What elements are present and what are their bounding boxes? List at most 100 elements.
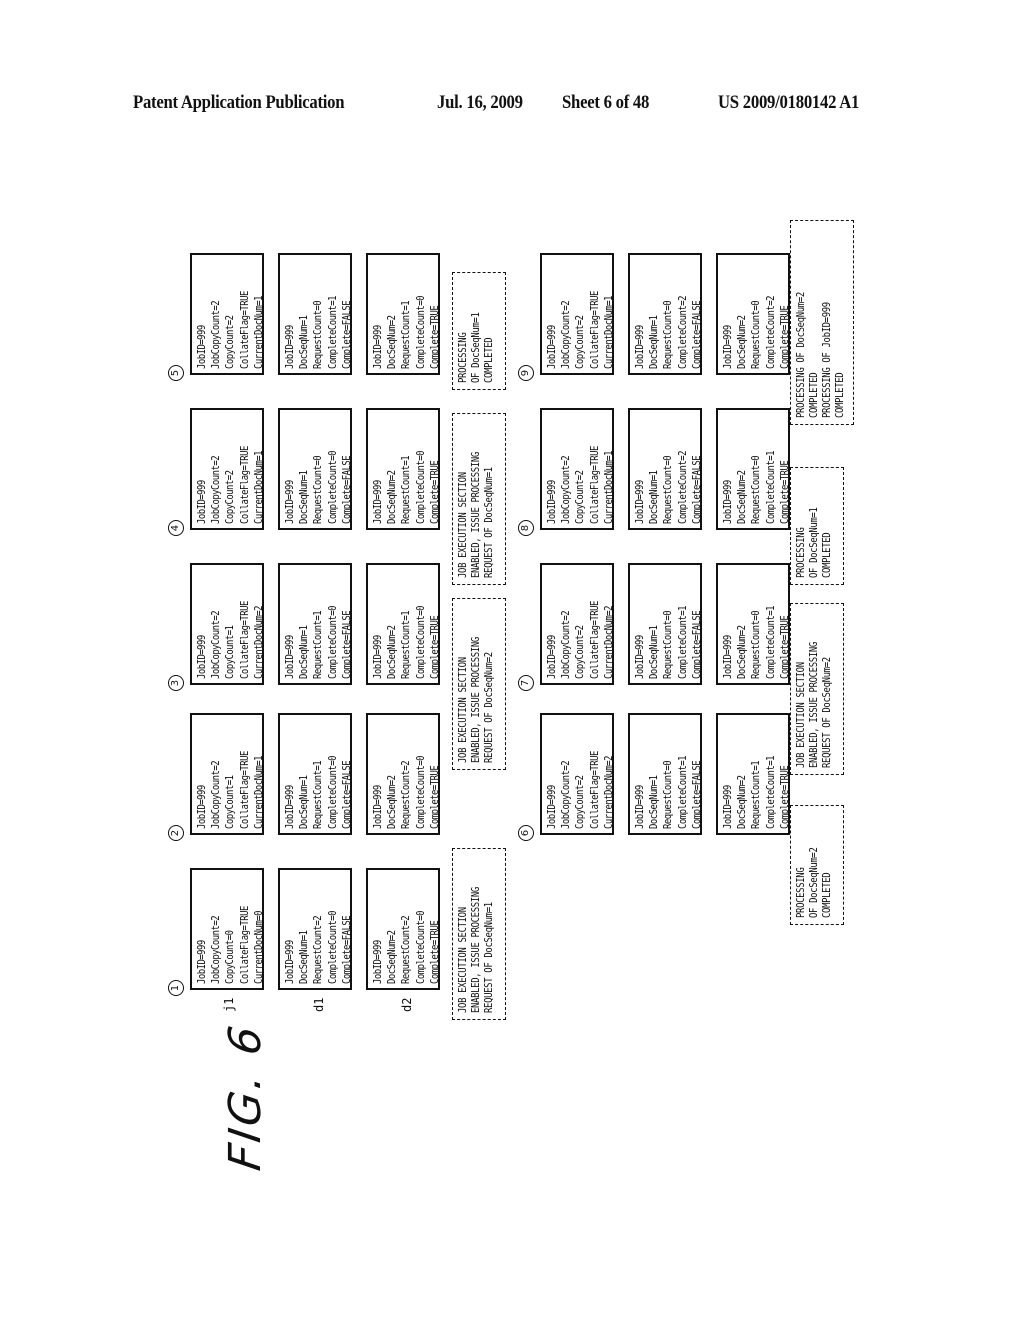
text-line: CompleteCount=0 (414, 911, 427, 984)
text-line: JobID=999 (722, 480, 734, 524)
text-line: CompleteCount=2 (676, 451, 689, 524)
text-line: Complete=FALSE (690, 760, 702, 829)
status-note: JOB EXECUTION SECTION ENABLED, ISSUE PROC… (452, 413, 506, 585)
row-label-d2: d2 (400, 997, 414, 1012)
text-line: CompleteCount=0 (326, 911, 339, 984)
text-line: RequestCount=0 (662, 610, 675, 679)
text-line: DocSeqNum=1 (298, 930, 311, 984)
text-line: Complete=FALSE (340, 915, 352, 984)
step-marker-7: 7 (518, 675, 534, 691)
state-box-d1: JobID=999 DocSeqNum=1 RequestCount=1 Comple… (278, 563, 352, 685)
text-line: RequestCount=0 (662, 760, 675, 829)
state-box-d1: JobID=999 DocSeqNum=1 RequestCount=0 Comple… (278, 253, 352, 375)
text-line: DocSeqNum=2 (736, 625, 749, 679)
text-line: CollateFlag=TRUE (238, 751, 251, 829)
text-line: DocSeqNum=1 (298, 470, 311, 524)
text-line: JobID=999 (634, 480, 646, 524)
text-line: ENABLED, ISSUE PROCESSING (470, 637, 482, 763)
state-box-j1: JobID=999 JobCopyCount=2 CopyCount=2 Collat… (540, 408, 614, 530)
status-note: PROCESSING OF DocSeqNum=1 COMPLETED (452, 272, 506, 390)
status-note: PROCESSING OF DocSeqNum=1 COMPLETED (790, 467, 844, 585)
state-box-j1: JobID=999 JobCopyCount=2 CopyCount=2 Collat… (190, 253, 264, 375)
state-box-d2: JobID=999 DocSeqNum=2 RequestCount=2 Comple… (366, 713, 440, 835)
text-line: CurrentDocNum=2 (602, 756, 614, 829)
text-line: OF DocSeqNum=2 (808, 847, 820, 918)
text-line: JobID=999 (634, 325, 646, 369)
text-line: Complete=TRUE (778, 460, 790, 524)
text-line: JobID=999 (546, 785, 558, 829)
text-line: JobID=999 (546, 635, 558, 679)
text-line: DocSeqNum=2 (386, 315, 399, 369)
text-line: CurrentDocNum=1 (252, 451, 264, 524)
step-marker-8: 8 (518, 520, 534, 536)
text-line: DocSeqNum=2 (386, 470, 399, 524)
text-line: Complete=FALSE (690, 300, 702, 369)
state-box-d2: JobID=999 DocSeqNum=2 RequestCount=0 Comple… (716, 408, 790, 530)
text-line: Complete=FALSE (340, 300, 352, 369)
text-line: CompleteCount=0 (326, 451, 339, 524)
text-line: PROCESSING (795, 527, 807, 578)
text-line: RequestCount=2 (312, 915, 325, 984)
text-line: CurrentDocNum=1 (602, 296, 614, 369)
state-box-d1: JobID=999 DocSeqNum=1 RequestCount=0 Comple… (278, 408, 352, 530)
text-line: RequestCount=0 (662, 455, 675, 524)
text-line: JobCopyCount=2 (560, 455, 573, 524)
step-marker-3: 3 (168, 675, 184, 691)
text-line: JobID=999 (196, 635, 208, 679)
text-line: Complete=TRUE (778, 305, 790, 369)
text-line: JobID=999 (634, 635, 646, 679)
text-line: CompleteCount=2 (676, 296, 689, 369)
text-line: Complete=FALSE (690, 455, 702, 524)
text-line: RequestCount=1 (312, 610, 325, 679)
text-line: Complete=FALSE (690, 610, 702, 679)
text-line: CollateFlag=TRUE (588, 601, 601, 679)
text-line: DocSeqNum=1 (648, 470, 661, 524)
text-line: JobCopyCount=2 (210, 760, 223, 829)
text-line: JobID=999 (722, 325, 734, 369)
figure-label: FIG. 6 (220, 1020, 271, 1174)
text-line: RequestCount=0 (750, 300, 763, 369)
text-line: CopyCount=2 (224, 315, 237, 369)
text-line: JobID=999 (634, 785, 646, 829)
text-line: CurrentDocNum=0 (252, 911, 264, 984)
text-line: CurrentDocNum=2 (252, 606, 264, 679)
text-line: CollateFlag=TRUE (238, 601, 251, 679)
text-line: JobCopyCount=2 (210, 455, 223, 524)
step-marker-9: 9 (518, 365, 534, 381)
text-line: JobID=999 (722, 635, 734, 679)
text-line: JobID=999 (196, 325, 208, 369)
text-line: DocSeqNum=2 (736, 470, 749, 524)
text-line: CopyCount=1 (224, 775, 237, 829)
text-line: CollateFlag=TRUE (238, 446, 251, 524)
text-line: ENABLED, ISSUE PROCESSING (808, 642, 820, 768)
step-marker-6: 6 (518, 825, 534, 841)
text-line: CurrentDocNum=1 (602, 451, 614, 524)
step-marker-5: 5 (168, 365, 184, 381)
text-line: RequestCount=1 (312, 760, 325, 829)
text-line: JobID=999 (196, 480, 208, 524)
text-line: DocSeqNum=2 (386, 930, 399, 984)
step-marker-1: 1 (168, 980, 184, 996)
text-line: JobID=999 (284, 325, 296, 369)
row-label-d1: d1 (312, 997, 326, 1012)
text-line: DocSeqNum=1 (298, 625, 311, 679)
text-line: CopyCount=1 (224, 625, 237, 679)
text-line: CopyCount=2 (574, 775, 587, 829)
text-line: Complete=TRUE (428, 460, 440, 524)
text-line: JobID=999 (284, 785, 296, 829)
state-box-j1: JobID=999 JobCopyCount=2 CopyCount=1 Collat… (190, 563, 264, 685)
text-line: RequestCount=0 (312, 455, 325, 524)
text-line: CurrentDocNum=2 (602, 606, 614, 679)
text-line: RequestCount=0 (750, 610, 763, 679)
text-line: Complete=TRUE (428, 615, 440, 679)
text-line: DocSeqNum=1 (298, 315, 311, 369)
text-line: CompleteCount=1 (326, 296, 339, 369)
state-box-d2: JobID=999 DocSeqNum=2 RequestCount=2 Comple… (366, 868, 440, 990)
text-line: JobCopyCount=2 (560, 610, 573, 679)
text-line: DocSeqNum=2 (386, 775, 399, 829)
status-note: PROCESSING OF DocSeqNum=2 COMPLETED PROCES… (790, 220, 854, 425)
text-line: CollateFlag=TRUE (238, 291, 251, 369)
text-line: DocSeqNum=1 (648, 315, 661, 369)
text-line: RequestCount=0 (750, 455, 763, 524)
text-line: RequestCount=0 (312, 300, 325, 369)
